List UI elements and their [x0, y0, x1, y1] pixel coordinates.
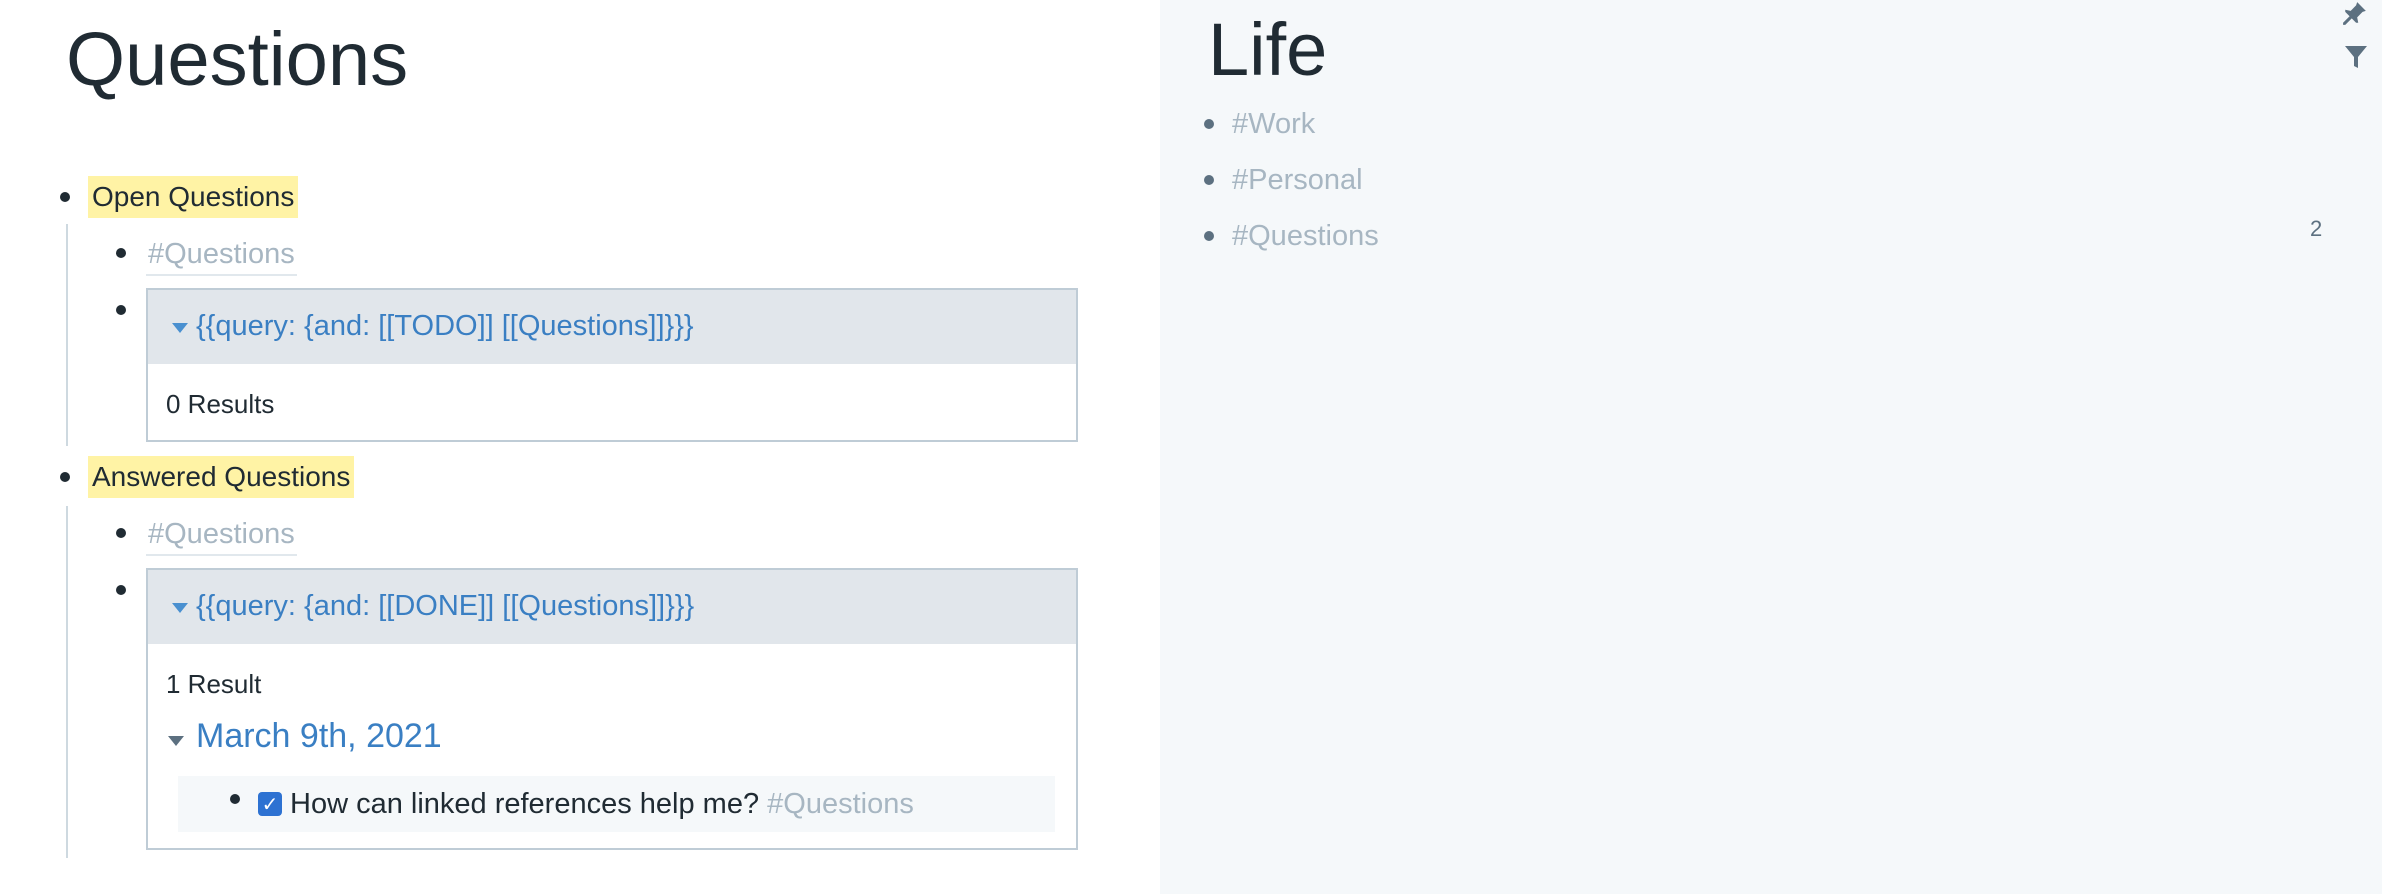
bullet[interactable]	[116, 305, 126, 315]
thread-line[interactable]	[66, 506, 68, 858]
caret-down-icon[interactable]	[172, 323, 188, 333]
answered-questions-heading[interactable]: Answered Questions	[88, 456, 355, 498]
linked-reference-row: ✓ How can linked references help me? #Qu…	[178, 776, 1055, 832]
sidebar-page-title[interactable]: Life	[1208, 0, 1327, 100]
main-page: Questions Open Questions #Questions {{qu…	[0, 0, 1160, 894]
questions-tag[interactable]: #Questions	[146, 234, 297, 276]
todo-checkbox[interactable]: ✓	[258, 792, 282, 816]
bullet[interactable]	[60, 192, 70, 202]
sidebar-item-questions[interactable]: #Questions	[1232, 216, 1379, 256]
query-text[interactable]: {{query: {and: [[DONE]] [[Questions]]}}}	[196, 586, 694, 626]
sidebar-item-work[interactable]: #Work	[1232, 104, 1315, 144]
open-questions-heading[interactable]: Open Questions	[88, 176, 299, 218]
query-header[interactable]: {{query: {and: [[DONE]] [[Questions]]}}}	[148, 570, 1076, 644]
reference-text-content[interactable]: How can linked references help me?	[290, 788, 759, 820]
questions-tag[interactable]: #Questions	[146, 514, 297, 556]
right-sidebar: Life #Work #Personal #Questions 2	[1160, 0, 2382, 894]
sidebar-item-personal[interactable]: #Personal	[1232, 160, 1363, 200]
query-block-done: {{query: {and: [[DONE]] [[Questions]]}}}…	[146, 568, 1078, 850]
query-header[interactable]: {{query: {and: [[TODO]] [[Questions]]}}}	[148, 290, 1076, 364]
bullet[interactable]	[116, 528, 126, 538]
bullet[interactable]	[1204, 119, 1214, 129]
caret-down-icon[interactable]	[172, 603, 188, 613]
reference-count[interactable]: 2	[2310, 216, 2322, 242]
bullet[interactable]	[60, 472, 70, 482]
caret-down-icon[interactable]	[168, 736, 184, 746]
bullet[interactable]	[116, 248, 126, 258]
filter-icon[interactable]	[2344, 44, 2368, 70]
query-text[interactable]: {{query: {and: [[TODO]] [[Questions]]}}}	[196, 306, 694, 346]
bullet[interactable]	[230, 794, 240, 804]
results-count: 1 Result	[166, 669, 262, 699]
bullet[interactable]	[116, 585, 126, 595]
query-block-todo: {{query: {and: [[TODO]] [[Questions]]}}}…	[146, 288, 1078, 442]
results-count: 0 Results	[166, 389, 275, 419]
reference-text[interactable]: How can linked references help me? #Ques…	[290, 784, 914, 824]
pin-icon[interactable]	[2342, 0, 2368, 26]
questions-tag[interactable]: #Questions	[767, 788, 914, 820]
bullet[interactable]	[1204, 175, 1214, 185]
page-title[interactable]: Questions	[66, 10, 408, 110]
bullet[interactable]	[1204, 231, 1214, 241]
thread-line[interactable]	[66, 224, 68, 446]
page-link-date[interactable]: March 9th, 2021	[196, 714, 442, 758]
